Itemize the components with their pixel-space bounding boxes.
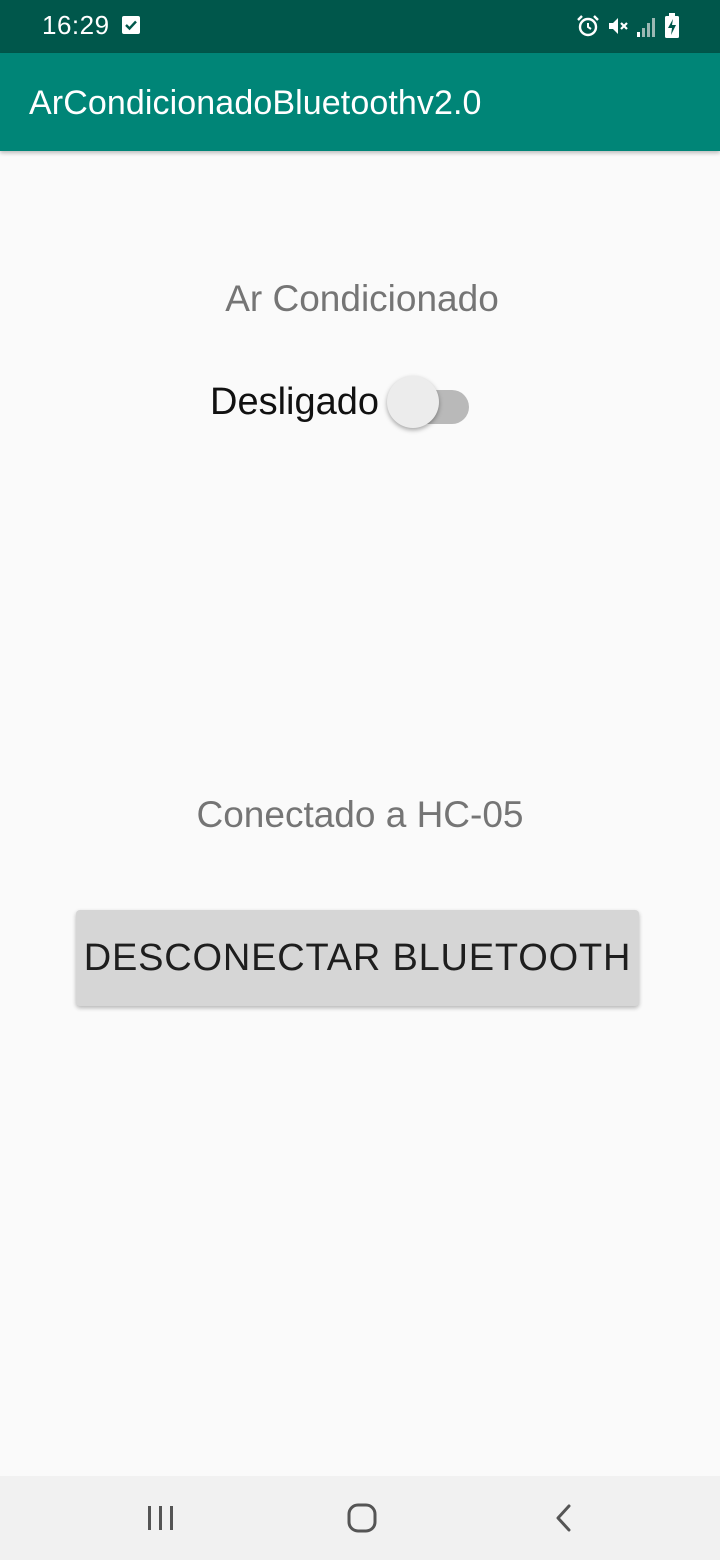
ac-switch-row[interactable]: Desligado	[210, 372, 475, 432]
signal-icon	[636, 14, 658, 38]
screen: 16:29 ArCondicionadoBluetoothv2.0 Ar Con…	[0, 0, 720, 1560]
status-icons	[576, 13, 680, 39]
navigation-bar	[0, 1476, 720, 1560]
ac-title: Ar Condicionado	[225, 278, 499, 319]
ac-switch-label: Desligado	[210, 380, 379, 423]
switch-thumb[interactable]	[387, 376, 439, 428]
app-bar: ArCondicionadoBluetoothv2.0	[0, 53, 720, 151]
check-box-icon	[121, 15, 141, 35]
disconnect-bluetooth-button[interactable]: DESCONECTAR BLUETOOTH	[76, 910, 639, 1006]
home-icon	[347, 1503, 377, 1533]
app-title: ArCondicionadoBluetoothv2.0	[29, 84, 482, 122]
battery-charging-icon	[664, 13, 680, 39]
recent-apps-button[interactable]	[101, 1476, 221, 1560]
status-time: 16:29	[42, 10, 110, 40]
mute-icon	[606, 14, 630, 38]
alarm-icon	[576, 14, 600, 38]
connection-status: Conectado a HC-05	[196, 794, 524, 835]
recent-apps-icon	[148, 1506, 173, 1530]
back-icon	[556, 1504, 571, 1532]
back-button[interactable]	[504, 1476, 624, 1560]
home-button[interactable]	[302, 1476, 422, 1560]
ac-power-switch[interactable]	[385, 372, 475, 432]
status-bar: 16:29	[0, 0, 720, 53]
